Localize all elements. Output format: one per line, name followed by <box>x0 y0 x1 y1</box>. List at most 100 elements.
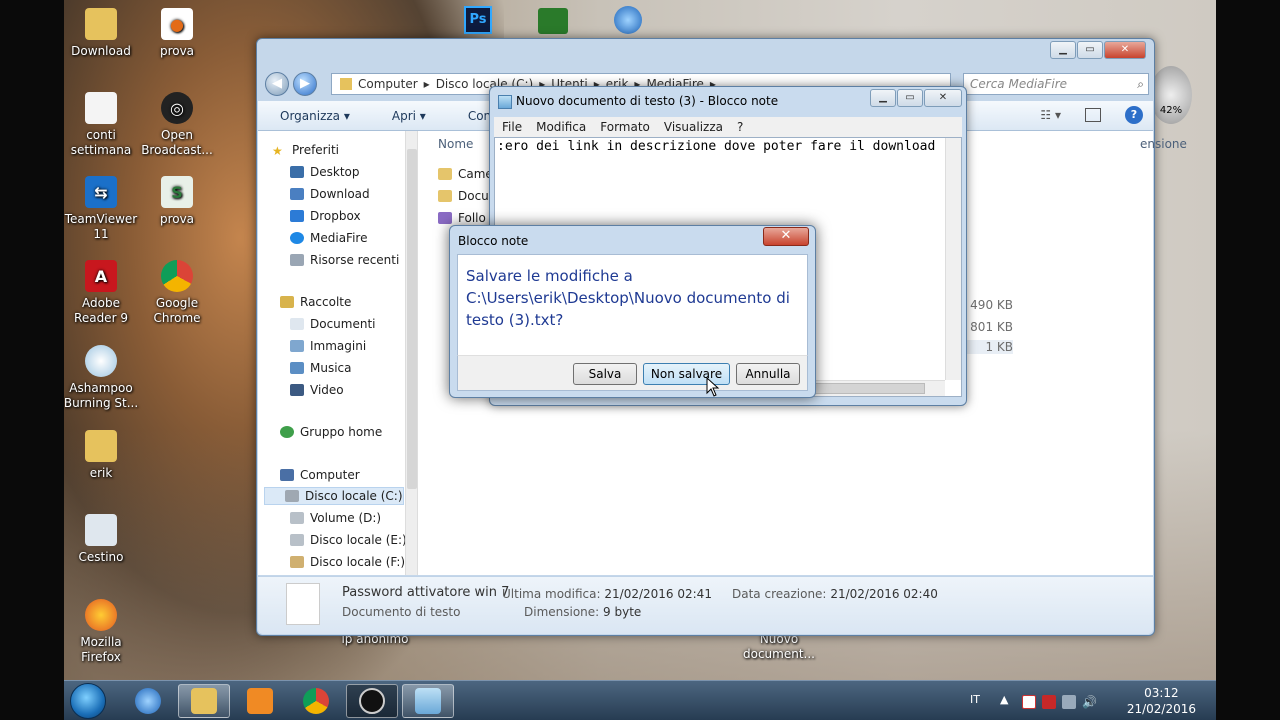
taskbar-media[interactable] <box>234 684 286 718</box>
drive-icon <box>290 556 304 568</box>
recycle-bin-icon <box>85 514 117 546</box>
desktop-icon-cestino[interactable]: Cestino <box>63 514 139 565</box>
nav-libraries[interactable]: Raccolte <box>280 293 351 311</box>
cancel-button[interactable]: Annulla <box>736 363 800 385</box>
show-hidden-icons[interactable]: ▲ <box>1000 693 1008 706</box>
nav-disk-e[interactable]: Disco locale (E:) <box>290 531 407 549</box>
preview-pane-icon[interactable] <box>1085 108 1101 122</box>
nav-disk-d[interactable]: Volume (D:) <box>290 509 381 527</box>
menu-formato[interactable]: Formato <box>600 120 650 134</box>
file-row-follo[interactable]: Follo <box>438 211 486 225</box>
close-button[interactable]: ✕ <box>1104 41 1146 59</box>
dialog-body: Salvare le modifiche a C:\Users\erik\Des… <box>457 254 808 355</box>
folder-icon <box>85 8 117 40</box>
minimize-button[interactable]: ▁ <box>1050 41 1076 59</box>
taskbar-notepad[interactable] <box>402 684 454 718</box>
teamviewer-icon: ⇆ <box>85 176 117 208</box>
notepad-content[interactable]: :ero dei link in descrizione dove poter … <box>497 139 935 154</box>
details-pane: Password attivatore win 7 Documento di t… <box>258 576 1153 634</box>
nav-disk-f[interactable]: Disco locale (F:) <box>290 553 405 571</box>
breadcrumb-computer[interactable]: Computer <box>358 77 418 91</box>
notepad-maximize-button[interactable]: ▭ <box>897 89 923 107</box>
desktop-icon-teamviewer[interactable]: ⇆ TeamViewer 11 <box>63 176 139 242</box>
flag-icon[interactable] <box>1022 695 1036 709</box>
desktop-icon-nuovo-documento[interactable]: Nuovo document... <box>741 632 817 662</box>
nav-scrollbar[interactable] <box>405 131 417 575</box>
column-header-size[interactable]: ensione <box>1140 137 1187 151</box>
nav-download[interactable]: Download <box>290 185 370 203</box>
dialog-close-button[interactable]: ✕ <box>763 227 809 246</box>
notepad-window-controls: ▁ ▭ ✕ <box>869 89 962 107</box>
taskbar-obs[interactable] <box>346 684 398 718</box>
menu-modifica[interactable]: Modifica <box>536 120 586 134</box>
nav-computer[interactable]: Computer <box>280 466 360 484</box>
desktop-icon-conti-settimana[interactable]: conti settimana <box>63 92 139 158</box>
start-button[interactable] <box>70 683 106 719</box>
nav-music[interactable]: Musica <box>290 359 352 377</box>
column-header-name[interactable]: Nome <box>438 137 473 151</box>
explorer-titlebar[interactable] <box>257 39 1154 67</box>
desktop-icon-chrome[interactable]: Google Chrome <box>139 260 215 326</box>
images-icon <box>290 340 304 352</box>
nav-homegroup[interactable]: Gruppo home <box>280 423 382 441</box>
photoshop-icon[interactable]: Ps <box>464 6 492 34</box>
menu-visualizza[interactable]: Visualizza <box>664 120 723 134</box>
network-globe-icon[interactable] <box>614 6 642 34</box>
desktop-icon-prova-script[interactable]: S prova <box>139 176 215 227</box>
organize-menu[interactable]: Organizza ▾ <box>258 109 370 123</box>
cpu-gadget[interactable]: 42% <box>1150 66 1192 124</box>
notepad-title: Nuovo documento di testo (3) - Blocco no… <box>516 94 779 108</box>
search-input[interactable]: Cerca MediaFire ⌕ <box>963 73 1149 95</box>
save-button[interactable]: Salva <box>573 363 637 385</box>
file-row-docu[interactable]: Docu <box>438 189 489 203</box>
view-options-icon[interactable]: ☷ ▾ <box>1040 108 1061 122</box>
dropbox-icon <box>290 210 304 222</box>
taskbar-ie[interactable] <box>122 684 174 718</box>
maximize-button[interactable]: ▭ <box>1077 41 1103 59</box>
desktop-icon-ashampoo[interactable]: Ashampoo Burning St... <box>63 345 139 411</box>
desktop-icon-erik[interactable]: erik <box>63 430 139 481</box>
antivirus-icon[interactable] <box>1042 695 1056 709</box>
corel-icon[interactable] <box>538 8 568 34</box>
desktop-icon-download[interactable]: Download <box>63 8 139 59</box>
desktop-icon-prova-firefox[interactable]: ● prova <box>139 8 215 59</box>
nav-video[interactable]: Video <box>290 381 344 399</box>
volume-icon[interactable]: 🔊 <box>1082 695 1097 709</box>
file-row-came[interactable]: Came <box>438 167 493 181</box>
menu-file[interactable]: File <box>502 120 522 134</box>
folder-icon <box>438 190 452 202</box>
taskbar-chrome[interactable] <box>290 684 342 718</box>
dialog-message: Salvare le modifiche a C:\Users\erik\Des… <box>466 267 790 329</box>
disc-icon <box>85 345 117 377</box>
back-button[interactable]: ◀ <box>265 72 289 96</box>
help-icon[interactable]: ? <box>1125 106 1143 124</box>
language-indicator[interactable]: IT <box>970 693 986 706</box>
user-folder-icon <box>85 430 117 462</box>
desktop-icon-adobe-reader[interactable]: A Adobe Reader 9 <box>63 260 139 326</box>
nav-dropbox[interactable]: Dropbox <box>290 207 361 225</box>
desktop-icon-firefox[interactable]: Mozilla Firefox <box>63 599 139 665</box>
notepad-menubar: File Modifica Formato Visualizza ? <box>494 117 962 137</box>
taskbar-explorer[interactable] <box>178 684 230 718</box>
nav-mediafire[interactable]: MediaFire <box>290 229 367 247</box>
clock[interactable]: 03:12 21/02/2016 <box>1127 685 1196 717</box>
nav-documents[interactable]: Documenti <box>290 315 376 333</box>
desktop-icon-obs[interactable]: ◎ Open Broadcast... <box>139 92 215 158</box>
dialog-footer: Salva Non salvare Annulla <box>457 355 808 391</box>
menu-help[interactable]: ? <box>737 120 743 134</box>
search-icon: ⌕ <box>1137 77 1144 91</box>
nav-desktop[interactable]: Desktop <box>290 163 360 181</box>
notepad-minimize-button[interactable]: ▁ <box>870 89 896 107</box>
notepad-close-button[interactable]: ✕ <box>924 89 962 107</box>
nav-recent[interactable]: Risorse recenti <box>290 251 399 269</box>
forward-button[interactable]: ▶ <box>293 72 317 96</box>
nav-images[interactable]: Immagini <box>290 337 366 355</box>
nav-disk-c[interactable]: Disco locale (C:) <box>264 487 404 505</box>
text-document-icon <box>286 583 320 625</box>
nav-favorites[interactable]: ★ Preferiti <box>272 141 339 159</box>
network-icon[interactable] <box>1062 695 1076 709</box>
open-menu[interactable]: Apri ▾ <box>370 109 446 123</box>
navigation-pane: ★ Preferiti Desktop Download Dropbox Medi… <box>258 131 418 575</box>
notepad-vertical-scrollbar[interactable] <box>945 138 961 380</box>
nav-scrollbar-thumb[interactable] <box>407 149 417 489</box>
